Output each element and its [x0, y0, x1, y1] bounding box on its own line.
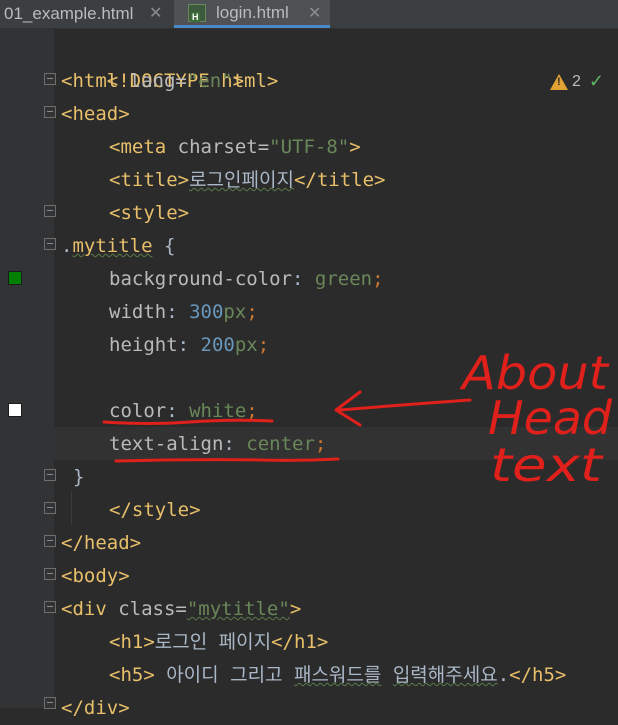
code-line-5: <title>로그인페이지</title>	[109, 169, 386, 191]
code-line-21: </div>	[61, 697, 130, 719]
code-line-16: </head>	[61, 532, 142, 554]
arrow-shaft	[338, 398, 472, 412]
color-swatch-green[interactable]	[8, 271, 22, 285]
fold-marker[interactable]	[44, 106, 56, 118]
close-icon[interactable]: ✕	[149, 3, 162, 23]
editor-tab-bar: 01_example.html ✕ login.html ✕	[0, 0, 618, 29]
fold-marker[interactable]	[44, 601, 56, 613]
fold-marker[interactable]	[44, 568, 56, 580]
warning-icon	[550, 73, 568, 90]
fold-marker[interactable]	[44, 535, 56, 547]
code-line-1: <!DOCTYPE html>	[106, 70, 279, 92]
html-file-icon	[188, 3, 206, 22]
code-line-17: <body>	[61, 565, 130, 587]
fold-marker[interactable]	[44, 469, 56, 481]
check-icon: ✓	[588, 71, 604, 91]
tab-login-html[interactable]: login.html ✕	[174, 0, 330, 28]
tab-label: 01_example.html	[4, 4, 134, 23]
color-swatch-white[interactable]	[8, 403, 22, 417]
code-line-20: <h5> 아이디 그리고 패스워드를 입력해주세요.</h5>	[109, 664, 567, 686]
code-line-3: <head>	[61, 103, 130, 125]
arrow-head	[334, 390, 362, 427]
fold-marker[interactable]	[44, 73, 56, 85]
code-line-4: <meta charset="UTF-8">	[109, 136, 361, 158]
code-line-6: <style>	[109, 202, 190, 224]
close-icon[interactable]: ✕	[308, 3, 321, 23]
warning-count: 2	[572, 72, 581, 90]
fold-marker[interactable]	[44, 238, 56, 250]
code-line-10: height: 200px;	[109, 334, 270, 356]
code-line-19: <h1>로그인 페이지</h1>	[109, 631, 329, 653]
fold-marker[interactable]	[44, 697, 56, 709]
inspection-widget[interactable]: 2 ✓	[550, 71, 604, 92]
code-line-8: background-color: green;	[109, 268, 384, 290]
indent-guide	[71, 491, 72, 524]
code-line-7: .mytitle {	[61, 235, 176, 257]
code-line-18: <div class="mytitle">	[61, 598, 302, 620]
tab-01-example-html[interactable]: 01_example.html ✕	[0, 0, 172, 28]
annotation-about: About	[459, 346, 610, 400]
code-line-9: width: 300px;	[109, 301, 258, 323]
code-editor[interactable]: 2 ✓ <!DOCTYPE html> <html lang="en"> <he…	[0, 29, 618, 719]
code-line-14: }	[73, 466, 85, 488]
fold-marker[interactable]	[44, 502, 56, 514]
code-line-12: color: white;	[109, 400, 258, 422]
fold-marker[interactable]	[44, 205, 56, 217]
code-line-15: </style>	[109, 499, 201, 521]
code-line-2: <html lang="en">	[61, 70, 245, 92]
code-line-13: text-align: center;	[109, 433, 327, 455]
tab-label: login.html	[216, 2, 289, 22]
